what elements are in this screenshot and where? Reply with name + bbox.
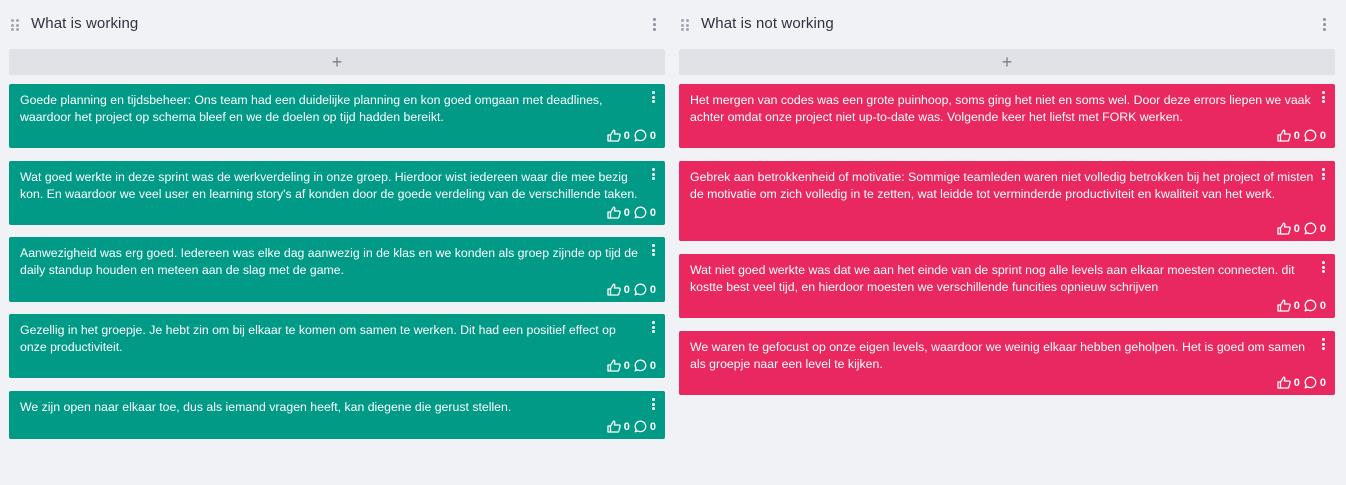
thumbs-up-icon[interactable] (1277, 376, 1291, 389)
like-count: 0 (623, 283, 630, 296)
column-what-is-working: What is working + Goede planning en tijd… (9, 0, 665, 439)
comment-bubble-icon[interactable] (1304, 376, 1317, 389)
card[interactable]: Het mergen van codes was een grote puinh… (679, 84, 1335, 148)
card-footer: 0 0 (607, 206, 656, 219)
column-title: What is working (31, 15, 139, 32)
column-what-is-not-working: What is not working + Het mergen van cod… (679, 0, 1335, 395)
card-text: Wat goed werkte in deze sprint was de we… (20, 170, 638, 201)
comment-count: 0 (649, 359, 656, 372)
comment-count: 0 (649, 283, 656, 296)
like-count: 0 (623, 129, 630, 142)
thumbs-up-icon[interactable] (607, 283, 621, 296)
card-text: Goede planning en tijdsbeheer: Ons team … (20, 93, 603, 124)
card-text: We waren te gefocust op onze eigen level… (690, 340, 1305, 371)
drag-handle-icon[interactable] (681, 19, 691, 31)
card[interactable]: Gebrek aan betrokkenheid of motivatie: S… (679, 161, 1335, 241)
like-count: 0 (623, 420, 630, 433)
card-menu-icon[interactable] (652, 321, 656, 333)
card-menu-icon[interactable] (652, 244, 656, 256)
card[interactable]: Aanwezigheid was erg goed. Iedereen was … (9, 237, 665, 302)
like-count: 0 (1293, 222, 1300, 235)
thumbs-up-icon[interactable] (607, 129, 621, 142)
thumbs-up-icon[interactable] (607, 206, 621, 219)
card-footer: 0 0 (607, 359, 656, 372)
comment-bubble-icon[interactable] (1304, 129, 1317, 142)
comment-bubble-icon[interactable] (1304, 299, 1317, 312)
thumbs-up-icon[interactable] (607, 420, 621, 433)
card-menu-icon[interactable] (1322, 91, 1326, 103)
card-text: Gebrek aan betrokkenheid of motivatie: S… (690, 170, 1314, 201)
comment-count: 0 (1319, 376, 1326, 389)
comment-count: 0 (649, 129, 656, 142)
card[interactable]: We zijn open naar elkaar toe, dus als ie… (9, 391, 665, 439)
column-header: What is working (9, 0, 665, 48)
comment-count: 0 (649, 206, 656, 219)
thumbs-up-icon[interactable] (1277, 129, 1291, 142)
card[interactable]: Wat niet goed werkte was dat we aan het … (679, 254, 1335, 318)
comment-count: 0 (649, 420, 656, 433)
comment-bubble-icon[interactable] (634, 129, 647, 142)
card[interactable]: Gezellig in het groepje. Je hebt zin om … (9, 314, 665, 378)
card-menu-icon[interactable] (1322, 168, 1326, 180)
column-menu-icon[interactable] (1323, 18, 1327, 31)
like-count: 0 (1293, 376, 1300, 389)
card-footer: 0 0 (1277, 129, 1326, 142)
card-menu-icon[interactable] (1322, 261, 1326, 273)
card-footer: 0 0 (1277, 299, 1326, 312)
card-footer: 0 0 (607, 283, 656, 296)
add-card-button[interactable]: + (9, 49, 665, 75)
column-title: What is not working (701, 15, 834, 32)
comment-bubble-icon[interactable] (634, 359, 647, 372)
card[interactable]: We waren te gefocust op onze eigen level… (679, 331, 1335, 395)
comment-bubble-icon[interactable] (634, 206, 647, 219)
card-menu-icon[interactable] (652, 398, 656, 410)
comment-count: 0 (1319, 222, 1326, 235)
add-card-button[interactable]: + (679, 49, 1335, 75)
like-count: 0 (623, 359, 630, 372)
card-footer: 0 0 (1277, 222, 1326, 235)
like-count: 0 (1293, 129, 1300, 142)
column-header: What is not working (679, 0, 1335, 48)
card-text: Het mergen van codes was een grote puinh… (690, 93, 1311, 124)
card-menu-icon[interactable] (652, 91, 656, 103)
card-menu-icon[interactable] (1322, 338, 1326, 350)
thumbs-up-icon[interactable] (1277, 222, 1291, 235)
card-footer: 0 0 (607, 129, 656, 142)
column-menu-icon[interactable] (653, 18, 657, 31)
comment-bubble-icon[interactable] (634, 420, 647, 433)
card-footer: 0 0 (1277, 376, 1326, 389)
card-text: Aanwezigheid was erg goed. Iedereen was … (20, 246, 638, 277)
card-footer: 0 0 (607, 420, 656, 433)
like-count: 0 (623, 206, 630, 219)
comment-bubble-icon[interactable] (634, 283, 647, 296)
like-count: 0 (1293, 299, 1300, 312)
comment-count: 0 (1319, 299, 1326, 312)
drag-handle-icon[interactable] (11, 19, 21, 31)
card[interactable]: Goede planning en tijdsbeheer: Ons team … (9, 84, 665, 148)
card-menu-icon[interactable] (652, 168, 656, 180)
comment-bubble-icon[interactable] (1304, 222, 1317, 235)
card[interactable]: Wat goed werkte in deze sprint was de we… (9, 161, 665, 225)
card-text: Wat niet goed werkte was dat we aan het … (690, 263, 1295, 294)
comment-count: 0 (1319, 129, 1326, 142)
thumbs-up-icon[interactable] (607, 359, 621, 372)
card-text: We zijn open naar elkaar toe, dus als ie… (20, 400, 512, 414)
card-text: Gezellig in het groepje. Je hebt zin om … (20, 323, 616, 354)
thumbs-up-icon[interactable] (1277, 299, 1291, 312)
